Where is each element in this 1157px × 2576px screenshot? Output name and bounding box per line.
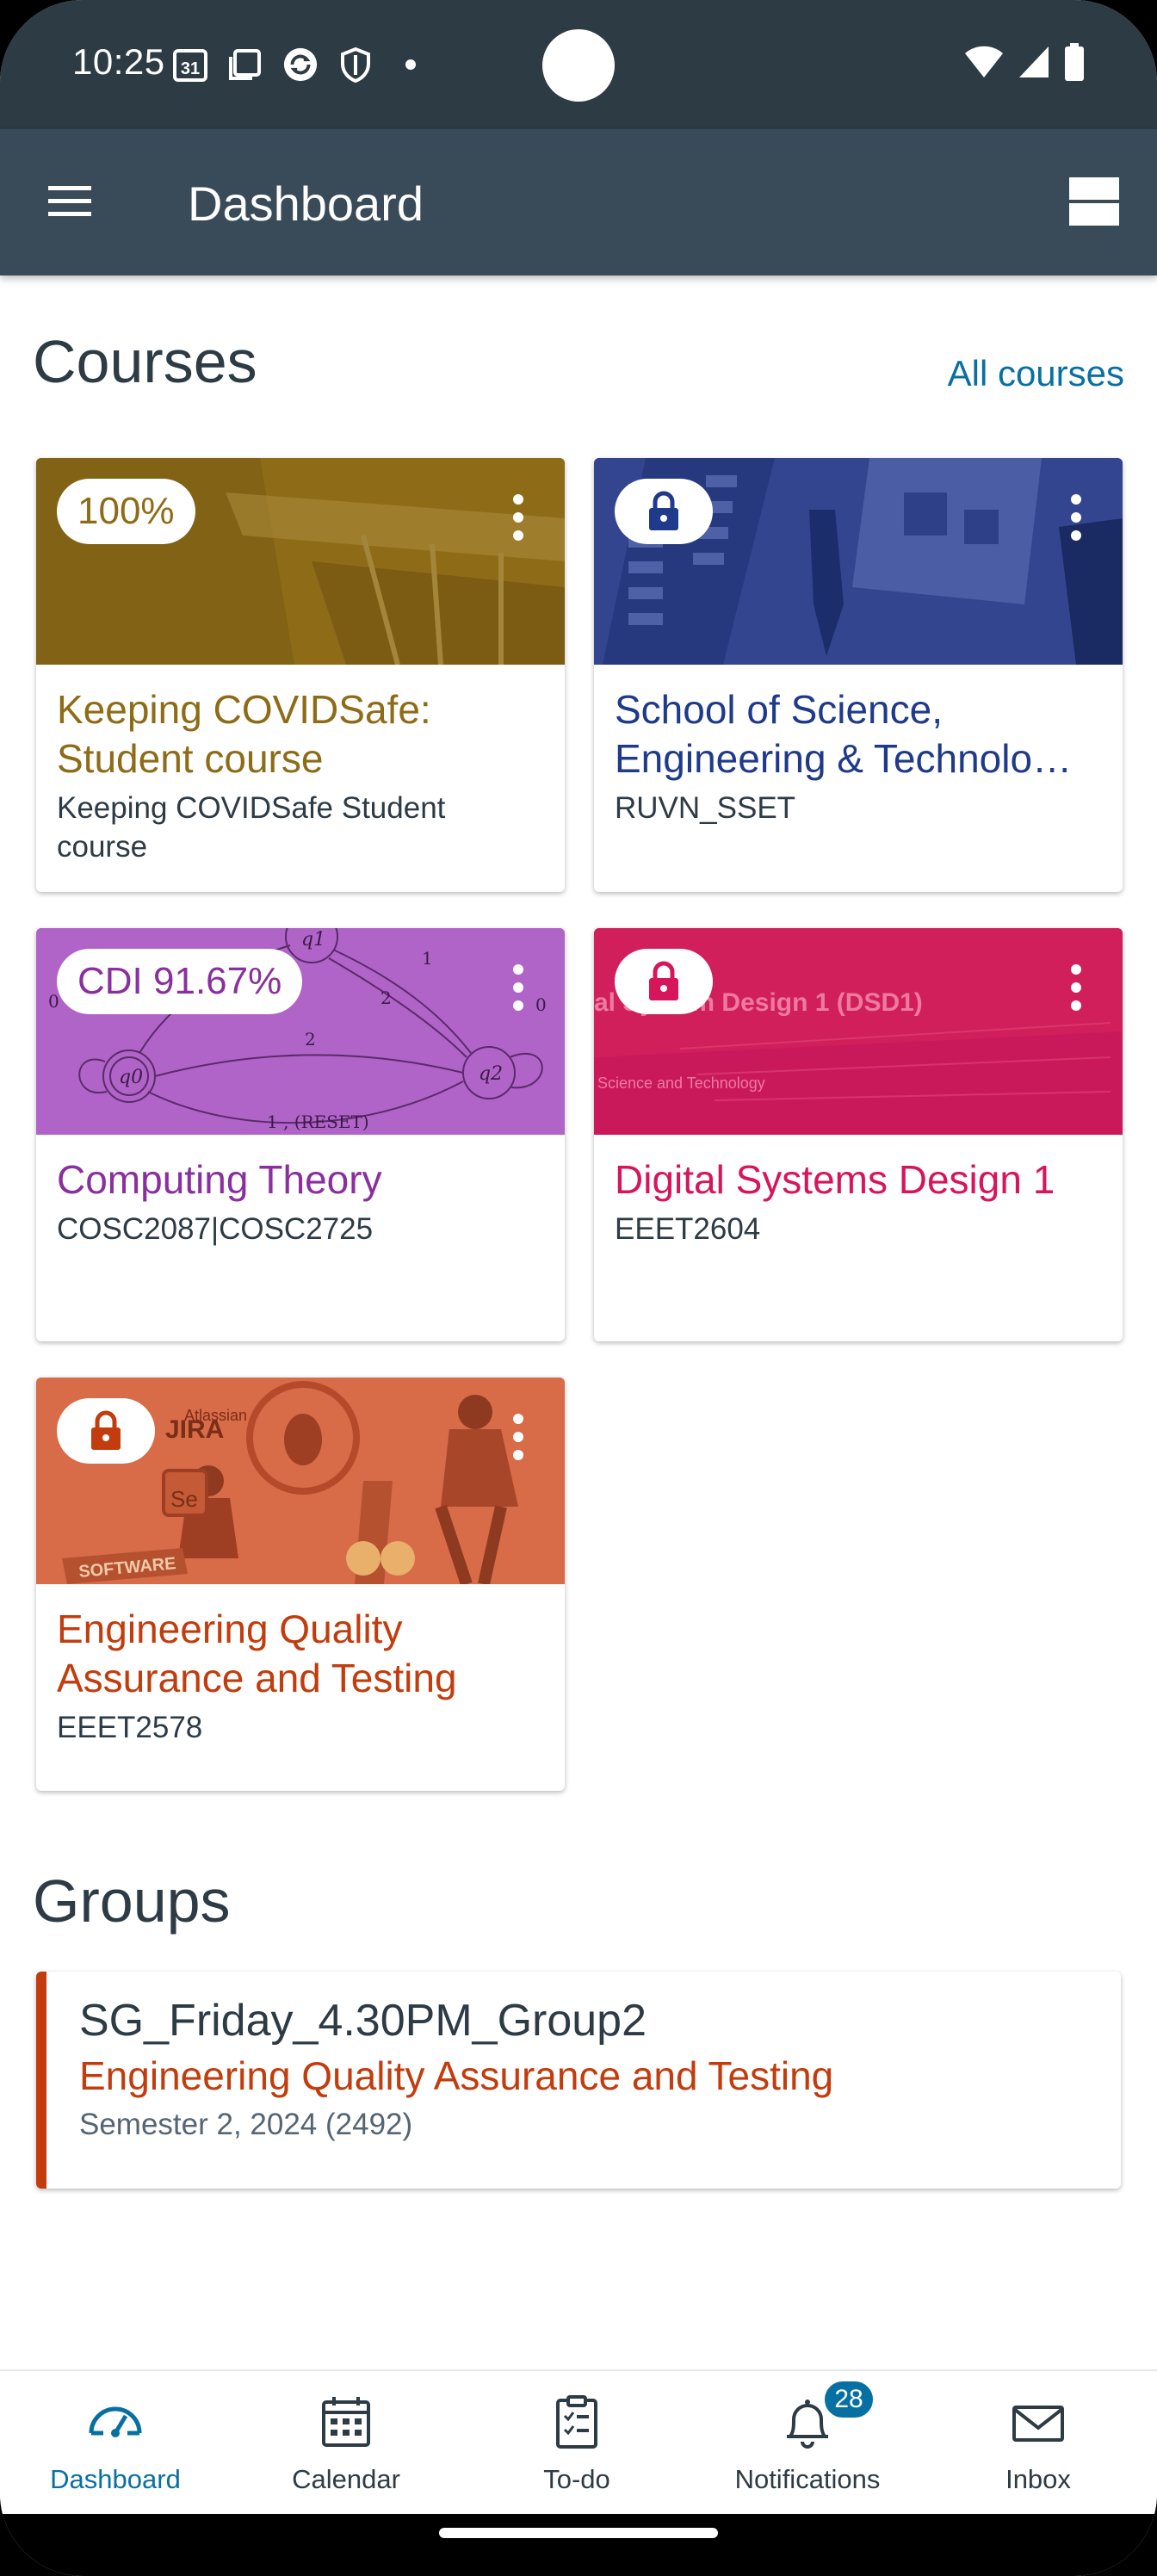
signal-icon [1019, 46, 1049, 77]
course-options-icon[interactable] [508, 963, 529, 1012]
page-title: Dashboard [188, 176, 424, 231]
course-name: Computing Theory [57, 1157, 382, 1202]
course-banner: 100% [36, 458, 565, 665]
lock-badge [615, 949, 713, 1014]
gesture-area [0, 2514, 1157, 2576]
course-banner: q0 q1 q2 1 2 2 0 0 1 , (RESET) CDI 91.67… [36, 928, 565, 1135]
course-card-body: School of Science, Engineering & Technol… [594, 665, 1123, 827]
course-banner: Atlassian JIRA Se SOFTWARE [36, 1378, 565, 1584]
banner-jira-text: JIRA [165, 1415, 224, 1444]
course-card-body: Engineering Quality Assurance and Testin… [36, 1584, 565, 1747]
lock-icon [649, 961, 678, 1000]
grade-badge: 100% [57, 479, 195, 544]
course-code: RUVN_SSET [615, 791, 796, 825]
course-name: Engineering Quality Assurance and Testin… [57, 1607, 457, 1700]
nav-label: Dashboard [50, 2464, 181, 2494]
calendar-day: 31 [181, 59, 200, 78]
all-courses-link[interactable]: All courses [948, 353, 1124, 394]
nav-label: Calendar [292, 2464, 400, 2494]
todo-icon [556, 2395, 597, 2449]
course-code: EEET2604 [615, 1212, 761, 1246]
course-options-icon[interactable] [1066, 963, 1086, 1012]
edge-label: 0 [48, 991, 59, 1012]
calendar-icon: 31 [172, 46, 208, 83]
group-name: SG_Friday_4.30PM_Group2 [79, 1996, 647, 2046]
screen-icon [227, 46, 263, 83]
group-course: Engineering Quality Assurance and Testin… [79, 2053, 834, 2098]
state-q1: q1 [301, 929, 325, 951]
course-name: Digital Systems Design 1 [615, 1157, 1055, 1202]
app-bar: Dashboard [0, 129, 1157, 276]
dot-icon [393, 46, 429, 83]
grade-badge: CDI 91.67% [57, 949, 303, 1014]
notification-count-badge: 28 [821, 2378, 876, 2421]
camera-cutout [542, 29, 615, 102]
wifi-icon [965, 46, 1003, 77]
edge-label: 2 [305, 1029, 316, 1050]
course-card[interactable]: 100% Keeping COVIDSafe: Student course K… [36, 458, 565, 892]
bottom-navigation: Dashboard Calendar To-do 28 Notification… [0, 2369, 1157, 2514]
status-time: 10:25 [72, 41, 165, 82]
nav-label: Notifications [734, 2464, 881, 2494]
courses-title: Courses [33, 328, 257, 395]
course-banner [594, 458, 1123, 665]
lock-icon [649, 491, 678, 530]
home-gesture-bar[interactable] [439, 2528, 718, 2538]
state-q0: q0 [119, 1067, 143, 1088]
course-card[interactable]: School of Science, Engineering & Technol… [594, 458, 1123, 892]
status-icons-left: 31 [172, 45, 429, 84]
nav-todo[interactable]: To-do [461, 2371, 692, 2516]
lock-badge [615, 479, 713, 544]
course-name: Keeping COVIDSafe: Student course [57, 687, 431, 781]
edge-label: 2 [381, 988, 392, 1008]
screen: 10:25 31 Dashboard Courses All courses 1… [0, 0, 1157, 2576]
inbox-icon [1012, 2406, 1064, 2442]
course-card[interactable]: q0 q1 q2 1 2 2 0 0 1 , (RESET) CDI 91.67… [36, 928, 565, 1341]
edge-label: 1 , (RESET) [267, 1112, 369, 1132]
nav-inbox[interactable]: Inbox [923, 2371, 1154, 2516]
nav-dashboard[interactable]: Dashboard [0, 2371, 231, 2516]
course-options-icon[interactable] [508, 1412, 529, 1462]
status-bar: 10:25 31 [0, 0, 1157, 129]
course-card-body: Keeping COVIDSafe: Student course Keepin… [36, 665, 565, 866]
layout-toggle-icon[interactable] [1067, 174, 1121, 229]
lock-badge [57, 1398, 155, 1464]
state-q2: q2 [479, 1063, 503, 1085]
lock-icon [91, 1410, 121, 1450]
course-name: School of Science, Engineering & Technol… [615, 687, 1073, 781]
course-card[interactable]: al System Design 1 (DSD1) Science and Te… [594, 928, 1123, 1341]
nav-calendar[interactable]: Calendar [231, 2371, 461, 2516]
course-options-icon[interactable] [508, 492, 529, 542]
course-code: EEET2578 [57, 1711, 203, 1744]
sync-icon [282, 46, 319, 83]
group-term: Semester 2, 2024 (2492) [79, 2108, 413, 2141]
course-card-body: Computing Theory COSC2087|COSC2725 [36, 1135, 565, 1248]
nav-label: Inbox [1005, 2464, 1071, 2494]
dashboard-icon [89, 2406, 142, 2437]
shield-icon [337, 46, 374, 83]
status-icons-right [964, 43, 1085, 81]
group-card[interactable]: SG_Friday_4.30PM_Group2 Engineering Qual… [36, 1972, 1121, 2189]
course-card[interactable]: Atlassian JIRA Se SOFTWARE Engineering Q… [36, 1378, 565, 1791]
course-banner: al System Design 1 (DSD1) Science and Te… [594, 928, 1123, 1135]
edge-label: 1 [422, 948, 433, 969]
edge-label: 0 [535, 994, 547, 1015]
calendar-icon [322, 2397, 370, 2447]
nav-notifications[interactable]: 28 Notifications [692, 2371, 923, 2516]
course-code: Keeping COVIDSafe Student course [57, 791, 446, 864]
course-options-icon[interactable] [1066, 492, 1086, 542]
course-code: COSC2087|COSC2725 [57, 1212, 374, 1246]
battery-icon [1065, 43, 1084, 81]
banner-subtitle: Science and Technology [597, 1074, 765, 1092]
groups-title: Groups [33, 1867, 231, 1935]
banner-se-text: Se [170, 1486, 198, 1512]
course-card-body: Digital Systems Design 1 EEET2604 [594, 1135, 1123, 1248]
nav-label: To-do [543, 2464, 610, 2494]
hamburger-menu-icon[interactable] [41, 176, 102, 227]
